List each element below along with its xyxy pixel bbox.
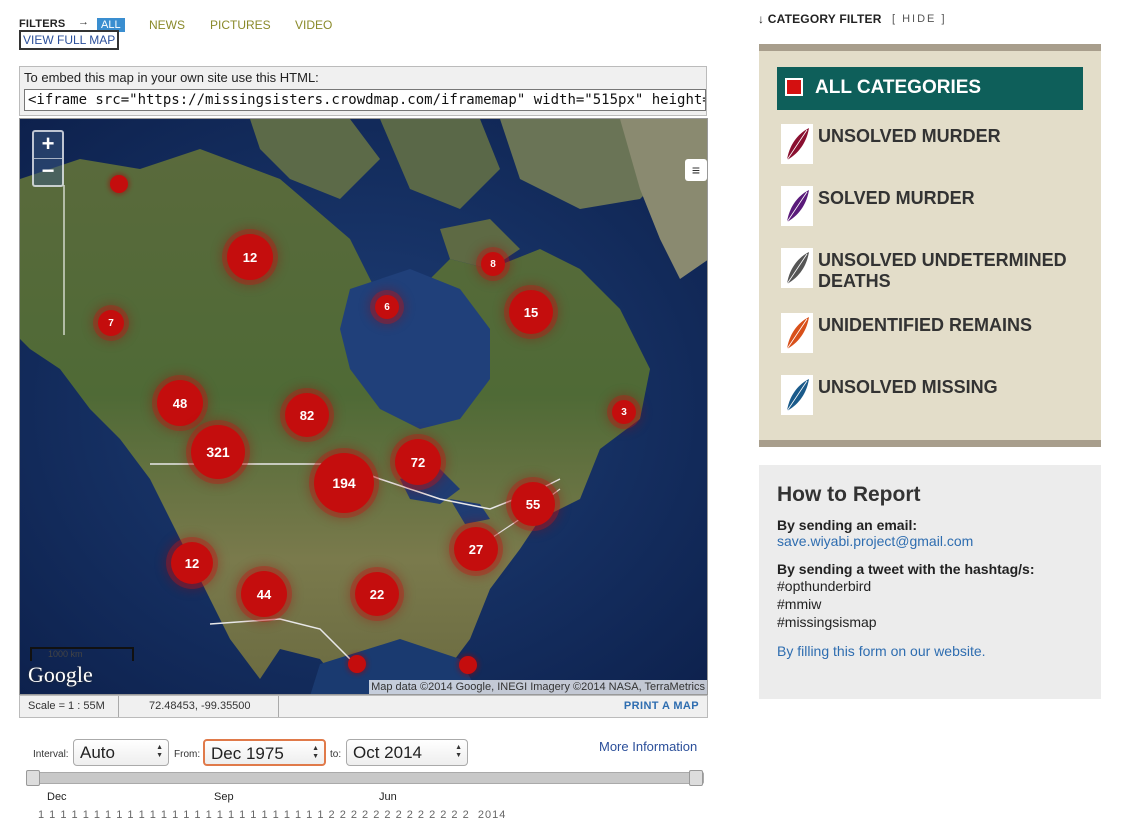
interval-label: Interval:: [33, 749, 69, 760]
timeline-end-handle[interactable]: [689, 770, 703, 786]
to-select-value: Oct 2014: [353, 743, 422, 762]
tab-news[interactable]: NEWS: [149, 18, 185, 32]
feather-icon: [781, 248, 813, 288]
print-map-link[interactable]: PRINT A MAP: [624, 700, 699, 712]
map-cluster[interactable]: 44: [241, 571, 287, 617]
map-cluster[interactable]: 321: [191, 425, 245, 479]
chevron-updown-icon: ▲ ▼: [156, 744, 163, 759]
embed-label: To embed this map in your own site use t…: [24, 70, 319, 85]
category-label: UNSOLVED MURDER: [818, 126, 1001, 146]
map-view[interactable]: + − ≡ 12 8 6 15 7 48 82 3 321 194 72 55 …: [19, 118, 708, 695]
map-marker[interactable]: [110, 175, 128, 193]
category-unsolved-missing[interactable]: UNSOLVED MISSING: [781, 375, 1091, 417]
tab-pictures[interactable]: PICTURES: [210, 18, 271, 32]
map-marker[interactable]: [459, 656, 477, 674]
category-filter-title: CATEGORY FILTER: [767, 12, 882, 26]
map-cluster[interactable]: 6: [375, 295, 399, 319]
map-scale-readout: Scale = 1 : 55M: [20, 696, 119, 717]
feather-icon: [781, 186, 813, 226]
to-select[interactable]: Oct 2014 ▲ ▼: [346, 739, 468, 766]
filters-label: FILTERS: [19, 18, 66, 30]
chevron-updown-icon: ▲ ▼: [312, 745, 319, 760]
timeline-tick-label: Jun: [379, 791, 397, 803]
category-swatch: [785, 78, 803, 96]
email-link[interactable]: save.wiyabi.project@gmail.com: [777, 533, 1083, 549]
category-all-label: ALL CATEGORIES: [815, 77, 982, 98]
tab-video[interactable]: VIDEO: [295, 18, 332, 32]
map-cluster[interactable]: 27: [454, 527, 498, 571]
google-logo: Google: [28, 662, 93, 687]
embed-code-input[interactable]: <iframe src="https://missingsisters.crow…: [24, 89, 706, 111]
category-unsolved-undetermined-deaths[interactable]: UNSOLVED UNDETERMINED DEATHS: [781, 248, 1091, 294]
zoom-in-button[interactable]: +: [34, 132, 62, 158]
interval-select-value: Auto: [80, 743, 115, 762]
from-select-value: Dec 1975: [211, 744, 284, 763]
map-cluster[interactable]: 55: [511, 482, 555, 526]
zoom-out-button[interactable]: −: [34, 158, 62, 185]
category-label: SOLVED MURDER: [818, 188, 975, 208]
map-cluster[interactable]: 72: [395, 439, 441, 485]
tweet-heading: By sending a tweet with the hashtag/s:: [777, 561, 1035, 577]
to-label: to:: [330, 749, 342, 760]
hashtag: #opthunderbird: [777, 578, 872, 594]
timeline-tick-label: Dec: [47, 791, 67, 803]
category-all[interactable]: ALL CATEGORIES: [777, 67, 1083, 110]
map-cluster[interactable]: 82: [285, 393, 329, 437]
interval-select[interactable]: Auto ▲ ▼: [73, 739, 169, 766]
timeline-start-handle[interactable]: [26, 770, 40, 786]
more-information-link[interactable]: More Information: [599, 739, 697, 754]
category-label: UNSOLVED MISSING: [818, 377, 998, 397]
map-status-bar: Scale = 1 : 55M 72.48453, -99.35500 PRIN…: [19, 695, 708, 718]
from-select[interactable]: Dec 1975 ▲ ▼: [203, 739, 326, 766]
category-label: UNSOLVED UNDETERMINED DEATHS: [818, 250, 1067, 291]
map-cluster[interactable]: 48: [157, 380, 203, 426]
hashtag: #mmiw: [777, 596, 822, 612]
feather-icon: [781, 375, 813, 415]
report-form-link[interactable]: By filling this form on our website.: [777, 643, 1083, 659]
report-title: How to Report: [777, 483, 921, 506]
zoom-slider-track[interactable]: [63, 185, 65, 335]
map-coords-readout: 72.48453, -99.35500: [119, 696, 279, 717]
map-cluster[interactable]: 3: [612, 400, 636, 424]
map-cluster[interactable]: 8: [481, 252, 505, 276]
hide-categories-link[interactable]: [ HIDE ]: [892, 13, 947, 25]
timeline-year-labels: 1 1 1 1 1 1 1 1 1 1 1 1 1 1 1 1 1 1 1 1 …: [38, 809, 507, 821]
zoom-control: + −: [32, 130, 64, 187]
map-attribution: Map data ©2014 Google, INEGI Imagery ©20…: [369, 680, 707, 694]
how-to-report-panel: How to Report By sending an email: save.…: [759, 465, 1101, 699]
category-label: UNIDENTIFIED REMAINS: [818, 315, 1033, 335]
map-cluster[interactable]: 15: [509, 290, 553, 334]
map-cluster[interactable]: 22: [355, 572, 399, 616]
timeline-tick-label: Sep: [214, 791, 234, 803]
category-filter-heading: ↓ CATEGORY FILTER: [758, 12, 882, 26]
category-unidentified-remains[interactable]: UNIDENTIFIED REMAINS: [781, 313, 1091, 355]
chevron-updown-icon: ▲ ▼: [455, 744, 462, 759]
view-full-map-link[interactable]: VIEW FULL MAP: [19, 30, 120, 50]
arrow-right-icon: →: [78, 16, 89, 28]
feather-icon: [781, 313, 813, 353]
map-cluster[interactable]: 12: [227, 234, 273, 280]
embed-box: To embed this map in your own site use t…: [19, 66, 707, 116]
scale-bar-label: 1000 km: [48, 649, 83, 659]
category-unsolved-murder[interactable]: UNSOLVED MURDER: [781, 124, 1091, 166]
category-panel: ALL CATEGORIES UNSOLVED MURDER SOLVED MU…: [759, 44, 1101, 447]
from-label: From:: [174, 749, 201, 760]
layers-icon[interactable]: ≡: [685, 159, 707, 181]
email-heading: By sending an email:: [777, 517, 918, 533]
hashtag: #missingsismap: [777, 614, 877, 630]
feather-icon: [781, 124, 813, 164]
timeline-slider-track[interactable]: [26, 772, 704, 784]
map-marker[interactable]: [348, 655, 366, 673]
map-cluster[interactable]: 12: [171, 542, 213, 584]
category-solved-murder[interactable]: SOLVED MURDER: [781, 186, 1091, 228]
map-cluster[interactable]: 194: [314, 453, 374, 513]
map-cluster[interactable]: 7: [98, 310, 124, 336]
